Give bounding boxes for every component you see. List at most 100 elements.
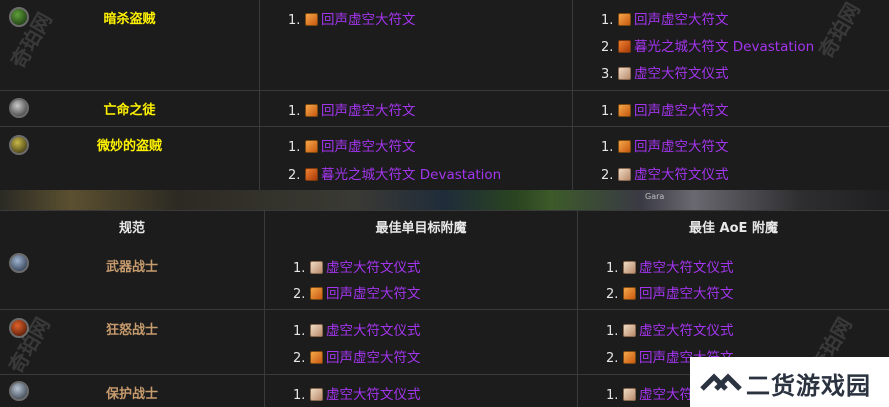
enchant-link[interactable]: 回声虚空大符文 — [634, 103, 729, 119]
item-number: 1. — [606, 324, 619, 339]
item-number: 1. — [288, 13, 301, 28]
list-item[interactable]: 2. 回声虚空大符文 — [293, 346, 421, 366]
rune-icon — [618, 168, 631, 181]
list-item[interactable]: 1. 回声虚空大符文 — [601, 135, 729, 155]
list-item[interactable]: 1. 虚空大符文仪式 — [293, 319, 421, 339]
spec-name: 亡命之徒 — [103, 103, 156, 118]
item-number: 2. — [601, 168, 614, 183]
background-image-strip: Gara — [0, 190, 889, 210]
item-number: 1. — [288, 140, 301, 155]
list-item[interactable]: 1. 回声虚空大符文 — [601, 99, 729, 119]
spec-name: 武器战士 — [105, 260, 158, 275]
rune-icon — [618, 13, 631, 26]
single-target-cell: 1. 虚空大符文仪式 — [265, 375, 578, 407]
rune-icon — [623, 388, 636, 401]
enchant-link[interactable]: 回声虚空大符文 — [326, 286, 421, 302]
spec-cell: 保护战士 — [0, 375, 265, 407]
list-item[interactable]: 1. 虚空大符文仪式 — [293, 383, 421, 403]
list-item[interactable]: 2. 虚空大符文仪式 — [601, 163, 729, 183]
item-number: 1. — [601, 140, 614, 155]
table-row: 暗杀盗贼 1. 回声虚空大符文 1. 回声虚空大符文 2. 暮光之城大符文 Devas… — [0, 0, 889, 91]
enchant-link[interactable]: 暮光之城大符文 Devastation — [321, 167, 501, 183]
list-item[interactable]: 1. 回声虚空大符文 — [288, 99, 416, 119]
single-target-cell: 1. 回声虚空大符文 — [260, 0, 573, 90]
rune-icon — [305, 168, 318, 181]
rune-icon — [623, 261, 636, 274]
enchant-link[interactable]: 虚空大符文仪式 — [326, 260, 421, 276]
column-header-aoe: 最佳 AoE 附魔 — [689, 221, 778, 236]
item-number: 1. — [293, 261, 306, 276]
strip-label: Gara — [645, 192, 665, 201]
list-item[interactable]: 1. 虚空大符文仪式 — [606, 256, 734, 276]
item-number: 2. — [293, 351, 306, 366]
spec-cell: 武器战士 — [0, 246, 265, 309]
item-number: 2. — [606, 287, 619, 302]
item-number: 3. — [601, 67, 614, 82]
item-number: 1. — [293, 324, 306, 339]
enchant-link[interactable]: 回声虚空大符文 — [321, 139, 416, 155]
rogue-enchant-table: 暗杀盗贼 1. 回声虚空大符文 1. 回声虚空大符文 2. 暮光之城大符文 Devas… — [0, 0, 889, 190]
rune-icon — [310, 324, 323, 337]
item-number: 1. — [601, 104, 614, 119]
rune-icon — [310, 287, 323, 300]
table-row: 亡命之徒 1. 回声虚空大符文 1. 回声虚空大符文 — [0, 91, 889, 127]
rune-icon — [618, 67, 631, 80]
enchant-link[interactable]: 虚空大符文仪式 — [634, 66, 729, 82]
single-target-cell: 1. 回声虚空大符文 — [260, 91, 573, 126]
enchant-link[interactable]: 回声虚空大符文 — [326, 350, 421, 366]
item-number: 2. — [601, 40, 614, 55]
enchant-link[interactable]: 回声虚空大符文 — [634, 12, 729, 28]
rune-icon — [623, 287, 636, 300]
list-item[interactable]: 3. 虚空大符文仪式 — [601, 62, 729, 82]
rune-icon — [310, 351, 323, 364]
enchant-link[interactable]: 回声虚空大符文 — [321, 103, 416, 119]
enchant-link[interactable]: 虚空大符文仪式 — [634, 167, 729, 183]
rune-icon — [305, 140, 318, 153]
double-chevron-logo-icon — [700, 373, 742, 391]
single-target-cell: 1. 回声虚空大符文 2. 暮光之城大符文 Devastation — [260, 127, 573, 190]
rune-icon — [618, 140, 631, 153]
site-banner[interactable]: 二货游戏园 — [690, 357, 889, 407]
item-number: 1. — [601, 13, 614, 28]
list-item[interactable]: 1. 回声虚空大符文 — [601, 8, 729, 28]
rune-icon — [305, 13, 318, 26]
item-number: 1. — [288, 104, 301, 119]
enchant-link[interactable]: 虚空大符文仪式 — [326, 323, 421, 339]
enchant-link[interactable]: 回声虚空大符文 — [634, 139, 729, 155]
enchant-link[interactable]: 虚空大符文仪式 — [326, 387, 421, 403]
list-item[interactable]: 2. 暮光之城大符文 Devastation — [288, 163, 501, 183]
rune-icon — [618, 40, 631, 53]
aoe-cell: 1. 回声虚空大符文 2. 虚空大符文仪式 — [573, 127, 889, 190]
spec-cell: 亡命之徒 — [0, 91, 260, 126]
table-row: 微妙的盗贼 1. 回声虚空大符文 2. 暮光之城大符文 Devastation 1.… — [0, 127, 889, 190]
list-item[interactable]: 1. 虚空大符文仪式 — [606, 319, 734, 339]
spec-cell: 微妙的盗贼 — [0, 127, 260, 190]
rune-icon — [310, 388, 323, 401]
list-item[interactable]: 1. 回声虚空大符文 — [288, 135, 416, 155]
spec-name: 微妙的盗贼 — [96, 139, 162, 154]
header-cell: 规范 — [0, 211, 265, 246]
list-item[interactable]: 2. 暮光之城大符文 Devastation — [601, 35, 814, 55]
single-target-cell: 1. 虚空大符文仪式 2. 回声虚空大符文 — [265, 246, 578, 309]
list-item[interactable]: 2. 回声虚空大符文 — [606, 282, 734, 302]
rune-icon — [623, 324, 636, 337]
list-item[interactable]: 1. 虚空大符文仪式 — [293, 256, 421, 276]
header-cell: 最佳 AoE 附魔 — [578, 211, 889, 246]
rune-icon — [618, 104, 631, 117]
rune-icon — [623, 351, 636, 364]
spec-name: 保护战士 — [105, 387, 158, 402]
banner-title: 二货游戏园 — [746, 372, 871, 400]
enchant-guide: 暗杀盗贼 1. 回声虚空大符文 1. 回声虚空大符文 2. 暮光之城大符文 Devas… — [0, 0, 889, 407]
enchant-link[interactable]: 虚空大符文仪式 — [639, 323, 734, 339]
enchant-link[interactable]: 虚空大符文仪式 — [639, 260, 734, 276]
item-number: 2. — [288, 168, 301, 183]
list-item[interactable]: 2. 回声虚空大符文 — [293, 282, 421, 302]
enchant-link[interactable]: 暮光之城大符文 Devastation — [634, 39, 814, 55]
item-number: 1. — [606, 388, 619, 403]
item-number: 1. — [293, 388, 306, 403]
table-row: 武器战士 1. 虚空大符文仪式 2. 回声虚空大符文 1. 虚空大符文仪式 2. 回声虚… — [0, 246, 889, 310]
enchant-link[interactable]: 回声虚空大符文 — [321, 12, 416, 28]
list-item[interactable]: 1. 回声虚空大符文 — [288, 8, 416, 28]
enchant-link[interactable]: 回声虚空大符文 — [639, 286, 734, 302]
item-number: 2. — [293, 287, 306, 302]
